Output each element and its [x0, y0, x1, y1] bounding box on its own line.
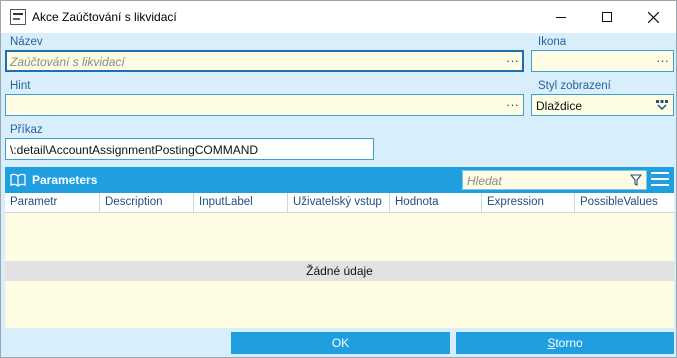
styl-value: Dlaždice — [536, 99, 583, 113]
column-header-uzivatelsky-vstup[interactable]: Uživatelský vstup — [288, 193, 390, 213]
prikaz-label: Příkaz — [10, 124, 43, 136]
ikona-field[interactable]: ··· — [531, 50, 674, 72]
ikona-label: Ikona — [538, 36, 567, 48]
dialog-window: Akce Zaúčtování s likvidací Název Zaúčto… — [0, 0, 677, 358]
column-header-possiblevalues[interactable]: PossibleValues — [575, 193, 674, 213]
grid-header: Parametr Description InputLabel Uživatel… — [5, 193, 674, 213]
nazev-field[interactable]: Zaúčtování s likvidací ··· — [5, 50, 524, 72]
maximize-button[interactable] — [584, 1, 630, 33]
parameters-search-input[interactable]: Hledat — [462, 170, 647, 190]
prikaz-value: \:detail\AccountAssignmentPostingCOMMAND — [10, 143, 259, 157]
storno-button[interactable]: Storno — [456, 332, 674, 354]
column-header-parametr[interactable]: Parametr — [5, 193, 100, 213]
book-icon — [10, 173, 26, 187]
column-header-description[interactable]: Description — [100, 193, 194, 213]
storno-label-rest: torno — [555, 336, 583, 350]
column-header-expression[interactable]: Expression — [482, 193, 575, 213]
hint-label: Hint — [10, 80, 31, 92]
styl-select[interactable]: Dlaždice — [531, 94, 674, 116]
close-icon — [647, 11, 659, 23]
app-icon — [10, 9, 26, 25]
parameters-grid: Parametr Description InputLabel Uživatel… — [5, 193, 674, 328]
minimize-button[interactable] — [538, 1, 584, 33]
nazev-browse-button[interactable]: ··· — [506, 53, 519, 68]
empty-data-message: Žádné údaje — [5, 261, 674, 281]
close-button[interactable] — [630, 1, 676, 33]
column-header-inputlabel[interactable]: InputLabel — [194, 193, 288, 213]
hint-browse-button[interactable]: ··· — [506, 97, 519, 112]
filter-icon[interactable] — [630, 174, 642, 186]
title-bar: Akce Zaúčtování s likvidací — [1, 1, 676, 33]
nazev-placeholder: Zaúčtování s likvidací — [10, 55, 125, 69]
dropdown-icon[interactable] — [655, 99, 669, 111]
parameters-header: Parameters Hledat — [5, 167, 674, 193]
hint-field[interactable]: ··· — [5, 94, 524, 116]
search-placeholder: Hledat — [467, 174, 502, 188]
column-header-hodnota[interactable]: Hodnota — [390, 193, 482, 213]
ok-button[interactable]: OK — [231, 332, 450, 354]
styl-label: Styl zobrazení — [538, 80, 611, 92]
maximize-icon — [602, 12, 612, 22]
prikaz-field[interactable]: \:detail\AccountAssignmentPostingCOMMAND — [5, 138, 374, 160]
parameters-title: Parameters — [32, 173, 98, 187]
ikona-browse-button[interactable]: ··· — [656, 53, 669, 68]
window-title: Akce Zaúčtování s likvidací — [32, 10, 177, 24]
minimize-icon — [556, 16, 566, 18]
hamburger-menu-icon[interactable] — [651, 172, 669, 186]
nazev-label: Název — [10, 36, 43, 48]
